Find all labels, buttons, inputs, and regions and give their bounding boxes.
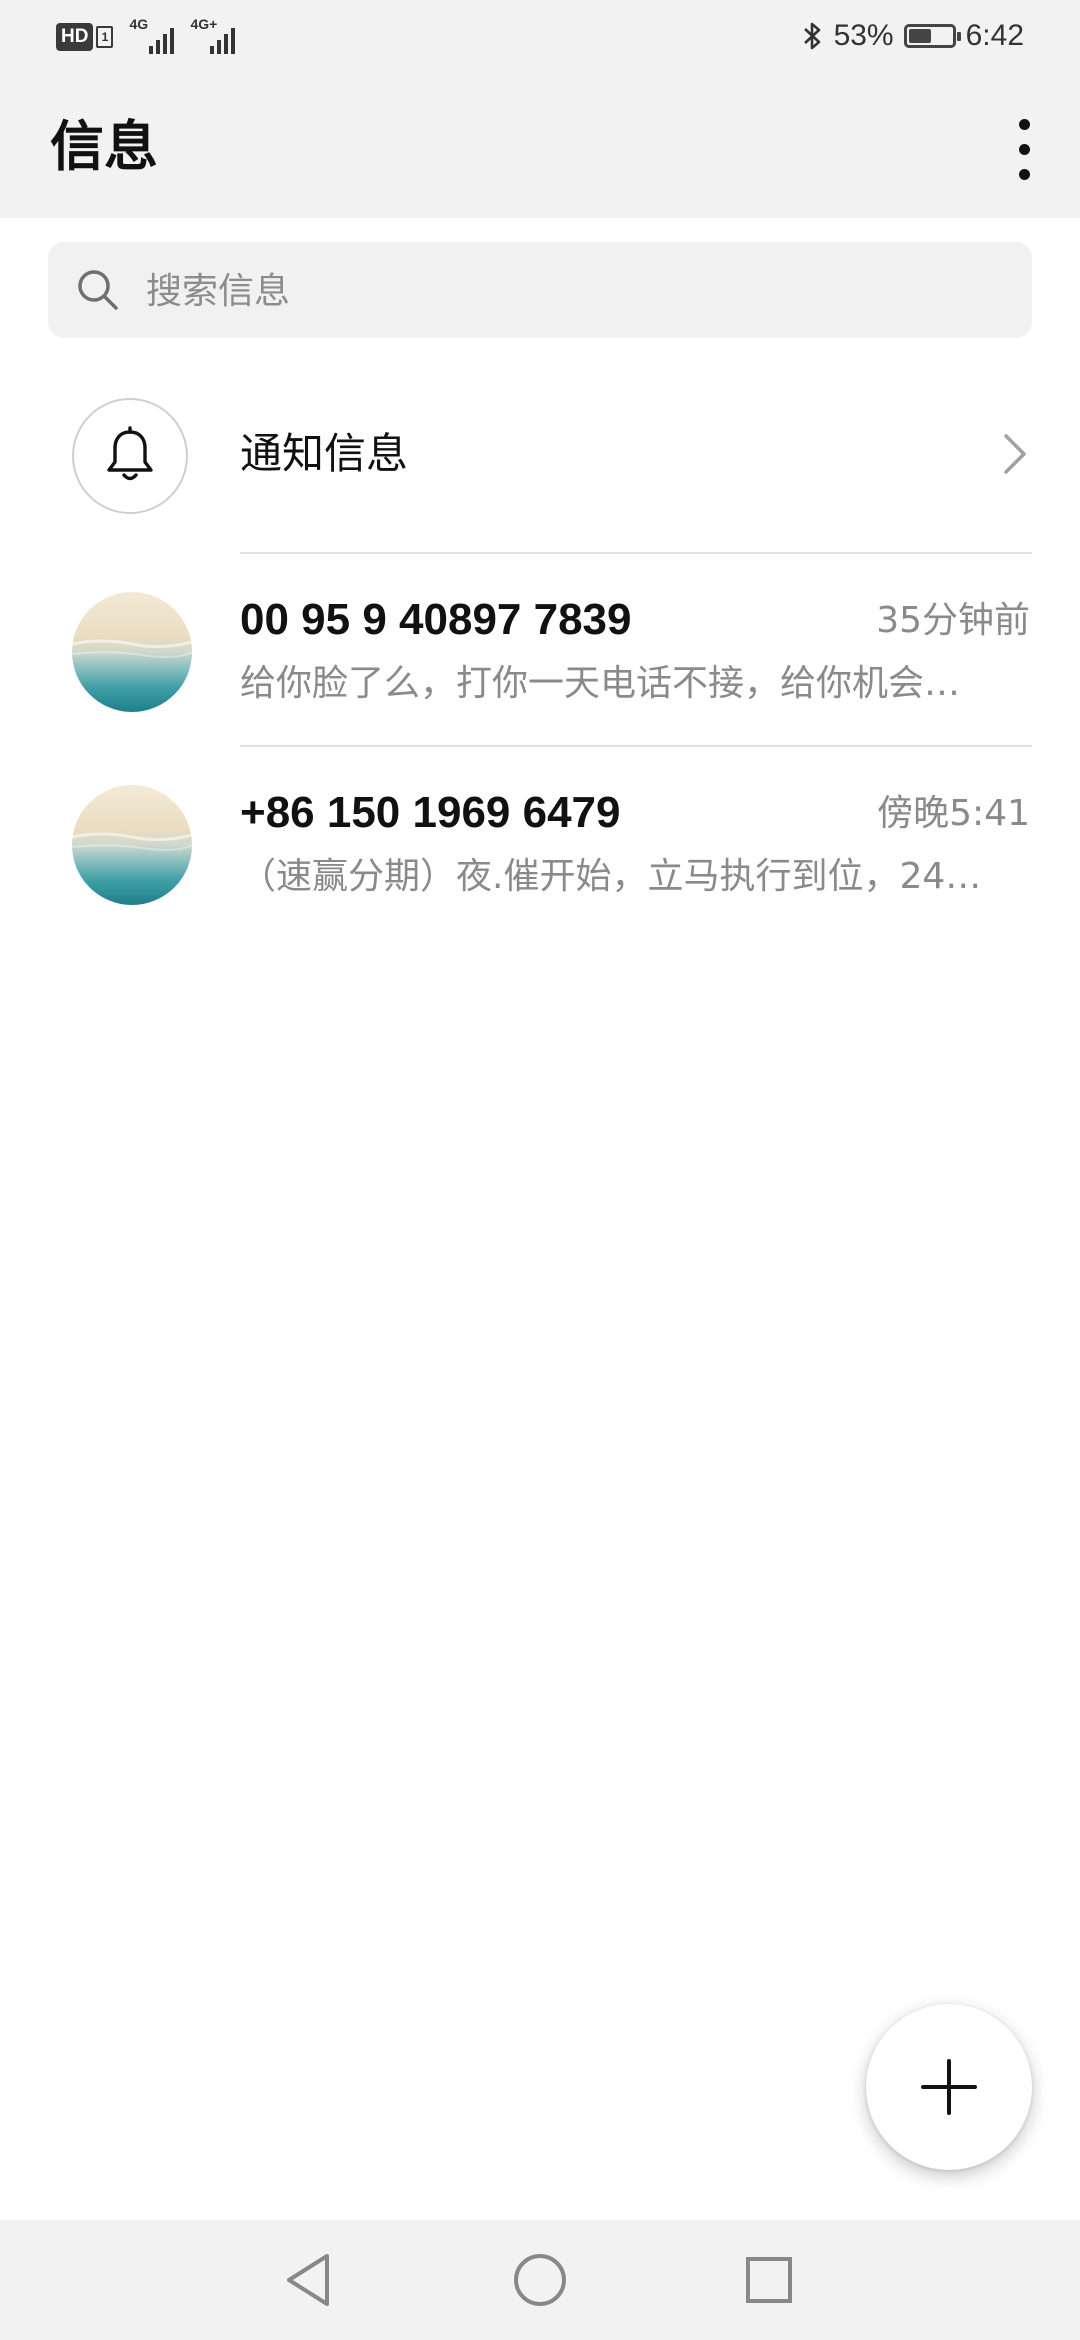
chevron-right-icon: [1004, 434, 1026, 474]
conversation-time: 傍晚5:41: [877, 793, 1030, 834]
search-input[interactable]: [144, 242, 1008, 340]
battery-icon: [903, 24, 961, 48]
status-bar: HD 1 4G 4G+ 53% 6:42: [0, 0, 1080, 74]
home-button[interactable]: [480, 2220, 600, 2340]
signal-sim2: 4G+: [190, 16, 236, 54]
back-triangle-icon: [287, 2254, 329, 2306]
bell-icon: [107, 426, 153, 481]
avatar-beach-image: [72, 592, 192, 712]
hd-badge: HD: [56, 23, 94, 51]
hd-sim-indicator: 1: [96, 26, 114, 48]
conversation-preview: 给你脸了么，打你一天电话不接，给你机会…: [240, 663, 961, 704]
network-type-2: 4G+: [190, 16, 218, 32]
recents-square-icon: [746, 2257, 792, 2303]
notifications-avatar: [72, 398, 188, 514]
signal-bars-icon: [149, 28, 175, 54]
app-bar: 信息: [0, 74, 1080, 218]
conversation-preview: （速赢分期）夜.催开始，立马执行到位，24…: [240, 856, 982, 897]
status-right: 53% 6:42: [802, 16, 1024, 56]
more-vertical-icon: [1018, 143, 1030, 155]
network-type-1: 4G: [129, 16, 149, 32]
battery-percent: 53%: [833, 19, 894, 52]
more-vertical-icon: [1018, 168, 1030, 180]
avatar: [72, 785, 192, 905]
notifications-row[interactable]: 通知信息: [0, 384, 1080, 534]
battery-fill: [908, 29, 931, 43]
avatar-beach-image: [72, 785, 192, 905]
system-nav-bar: [0, 2220, 1080, 2340]
bluetooth-icon: [803, 22, 820, 50]
status-time: 6:42: [965, 19, 1024, 52]
avatar: [72, 592, 192, 712]
home-circle-icon: [514, 2254, 566, 2306]
page-title: 信息: [50, 115, 158, 178]
search-box[interactable]: [48, 242, 1032, 340]
more-vertical-icon: [1018, 118, 1030, 130]
conversation-item[interactable]: +86 150 1969 6479 傍晚5:41 （速赢分期）夜.催开始，立马执…: [0, 747, 1080, 939]
recents-button[interactable]: [709, 2220, 829, 2340]
signal-sim1: 4G: [129, 16, 175, 54]
more-options-button[interactable]: [984, 104, 1064, 194]
status-left: HD 1 4G 4G+: [56, 16, 236, 54]
conversation-item[interactable]: 00 95 9 40897 7839 35分钟前 给你脸了么，打你一天电话不接，…: [0, 554, 1080, 746]
conversation-name: 00 95 9 40897 7839: [240, 595, 632, 644]
conversation-name: +86 150 1969 6479: [240, 788, 621, 837]
search-icon: [78, 270, 118, 310]
plus-icon: [921, 2059, 977, 2115]
conversation-time: 35分钟前: [876, 600, 1030, 641]
notifications-label: 通知信息: [240, 429, 409, 478]
new-message-button[interactable]: [866, 2004, 1032, 2170]
back-button[interactable]: [248, 2220, 368, 2340]
